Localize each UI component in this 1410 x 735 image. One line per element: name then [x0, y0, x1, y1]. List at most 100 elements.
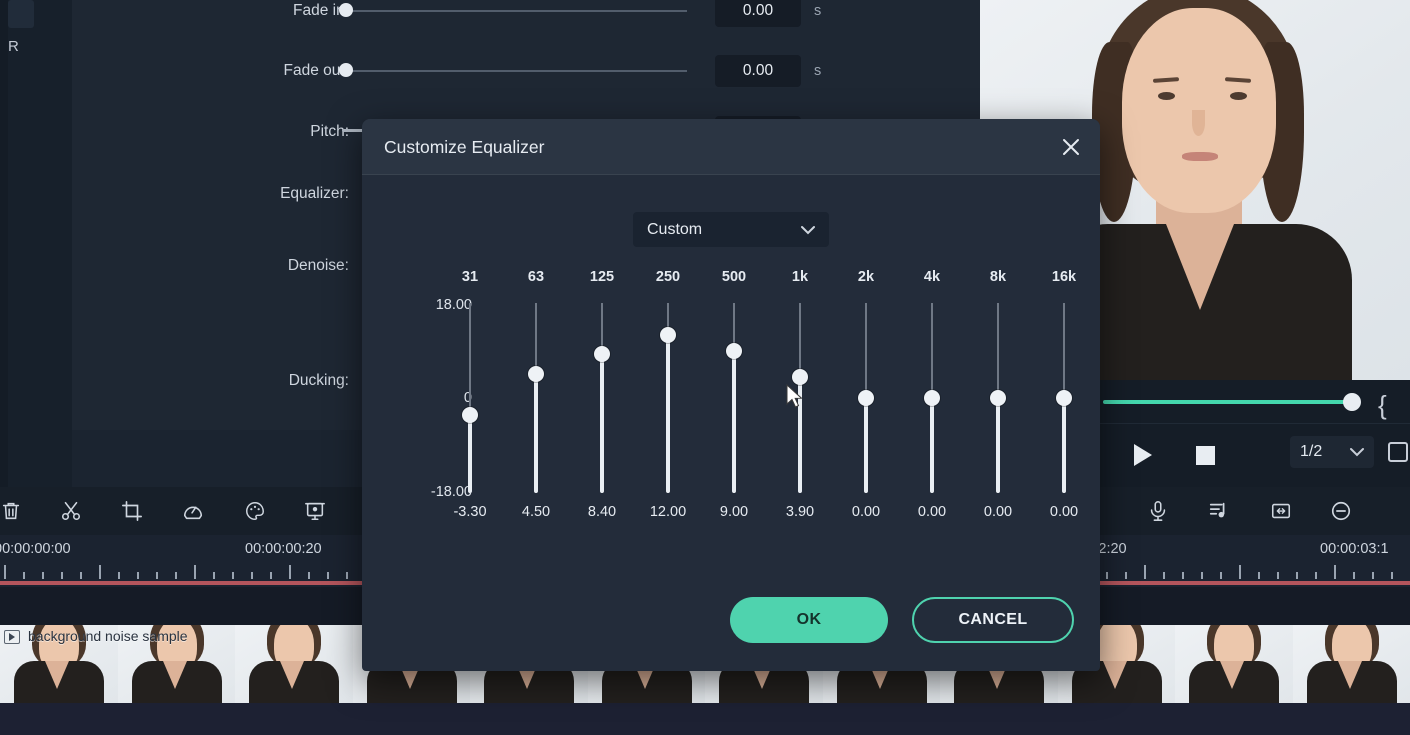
eq-band-value-label: 0.00 — [1049, 504, 1079, 520]
ruler-tick — [270, 572, 272, 579]
eq-band-2k[interactable]: 2k 0.00 — [833, 269, 899, 529]
eq-band-125[interactable]: 125 8.40 — [569, 269, 635, 529]
property-label: Pitch: — [310, 123, 349, 140]
ok-button[interactable]: OK — [730, 597, 888, 643]
eq-band-frequency-label: 8k — [989, 269, 1007, 285]
eq-band-fill — [1062, 398, 1066, 493]
green-screen-icon[interactable] — [300, 496, 330, 526]
fit-width-icon[interactable] — [1266, 496, 1296, 526]
eq-band-thumb[interactable] — [528, 366, 544, 383]
clip-thumbnail — [1175, 625, 1293, 703]
crop-icon[interactable] — [117, 496, 147, 526]
fade-out-value[interactable]: 0.00 — [715, 55, 801, 87]
timecode-label: 00:00:03:1 — [1320, 541, 1389, 557]
ruler-tick — [289, 565, 291, 579]
ruler-tick — [1163, 572, 1165, 579]
ruler-tick — [327, 572, 329, 579]
ruler-tick — [194, 565, 196, 579]
eq-band-thumb[interactable] — [858, 390, 874, 406]
ruler-tick — [156, 572, 158, 579]
eq-band-thumb[interactable] — [924, 390, 940, 406]
eq-band-fill — [930, 398, 934, 493]
fade-in-unit: s — [814, 3, 822, 19]
ruler-tick — [213, 572, 215, 579]
eq-band-frequency-label: 1k — [791, 269, 809, 285]
preset-value: Custom — [647, 220, 703, 238]
zoom-out-icon[interactable] — [1326, 496, 1356, 526]
property-row-fade-out: Fade out: 0.00 s — [72, 55, 980, 87]
ruler-tick — [1220, 572, 1222, 579]
dialog-title: Customize Equalizer — [384, 137, 545, 157]
eq-band-63[interactable]: 63 4.50 — [503, 269, 569, 529]
ruler-tick — [1277, 572, 1279, 579]
eq-band-frequency-label: 4k — [923, 269, 941, 285]
eq-band-thumb[interactable] — [594, 345, 610, 362]
eq-band-4k[interactable]: 4k 0.00 — [899, 269, 965, 529]
ruler-tick — [61, 572, 63, 579]
eq-band-31[interactable]: 31 -3.30 — [437, 269, 503, 529]
side-column: R — [8, 0, 72, 487]
clip-play-icon[interactable] — [4, 630, 20, 644]
ruler-tick — [1239, 565, 1241, 579]
fullscreen-icon[interactable] — [1388, 442, 1408, 462]
ruler-tick — [251, 572, 253, 579]
eq-band-16k[interactable]: 16k 0.00 — [1031, 269, 1097, 529]
timecode-label: 00:00:00:20 — [245, 541, 322, 557]
eq-band-thumb[interactable] — [1056, 390, 1072, 406]
voiceover-icon[interactable] — [1143, 496, 1173, 526]
side-icon-box[interactable] — [8, 0, 34, 28]
fade-out-unit: s — [814, 63, 822, 79]
ruler-tick — [1182, 572, 1184, 579]
eq-band-fill — [732, 350, 736, 493]
eq-band-250[interactable]: 250 12.00 — [635, 269, 701, 529]
ruler-tick — [1125, 572, 1127, 579]
speed-icon[interactable] — [178, 496, 208, 526]
cancel-button[interactable]: CANCEL — [912, 597, 1074, 643]
eq-band-thumb[interactable] — [660, 326, 676, 343]
ruler-tick — [42, 572, 44, 579]
brace-icon: { — [1378, 390, 1387, 420]
fade-in-slider[interactable] — [339, 3, 687, 17]
ruler-tick — [1258, 572, 1260, 579]
play-button[interactable] — [1126, 440, 1160, 470]
eq-band-thumb[interactable] — [726, 342, 742, 359]
timecode-label: 00:00:00:00 — [0, 541, 71, 557]
left-edge-strip — [0, 0, 8, 487]
eq-band-500[interactable]: 500 9.00 — [701, 269, 767, 529]
chevron-down-icon — [1350, 448, 1364, 457]
eq-band-frequency-label: 2k — [857, 269, 875, 285]
color-icon[interactable] — [240, 496, 270, 526]
ruler-tick — [4, 565, 6, 579]
chevron-down-icon — [801, 225, 815, 234]
property-label: Ducking: — [288, 372, 349, 389]
playback-progress-slider[interactable] — [1103, 393, 1365, 411]
customize-equalizer-dialog: Customize Equalizer Custom 18.00 0 -18.0… — [362, 119, 1100, 671]
ruler-tick — [1334, 565, 1336, 579]
player-controls: { 1/2 — [1100, 380, 1410, 487]
delete-icon[interactable] — [0, 496, 26, 526]
ruler-tick — [137, 572, 139, 579]
eq-band-8k[interactable]: 8k 0.00 — [965, 269, 1031, 529]
audio-detach-icon[interactable] — [1204, 496, 1234, 526]
eq-band-thumb[interactable] — [792, 369, 808, 386]
eq-band-frequency-label: 500 — [721, 269, 747, 285]
equalizer-preset-dropdown[interactable]: Custom — [633, 212, 829, 247]
clip-thumbnail — [1292, 625, 1410, 703]
split-icon[interactable] — [56, 496, 86, 526]
ruler-tick — [1315, 572, 1317, 579]
eq-band-thumb[interactable] — [462, 407, 478, 424]
fade-out-slider[interactable] — [339, 63, 687, 77]
ruler-tick — [232, 572, 234, 579]
ruler-tick — [118, 572, 120, 579]
stop-button[interactable] — [1188, 440, 1222, 470]
eq-band-frequency-label: 63 — [527, 269, 545, 285]
eq-band-frequency-label: 16k — [1051, 269, 1077, 285]
eq-band-fill — [600, 353, 604, 493]
progress-knob[interactable] — [1343, 393, 1361, 411]
eq-band-thumb[interactable] — [990, 390, 1006, 406]
ruler-tick — [1296, 572, 1298, 579]
fade-in-value[interactable]: 0.00 — [715, 0, 801, 27]
close-icon[interactable] — [1056, 132, 1086, 162]
mouse-cursor — [786, 383, 804, 410]
preview-quality-dropdown[interactable]: 1/2 — [1290, 436, 1374, 468]
